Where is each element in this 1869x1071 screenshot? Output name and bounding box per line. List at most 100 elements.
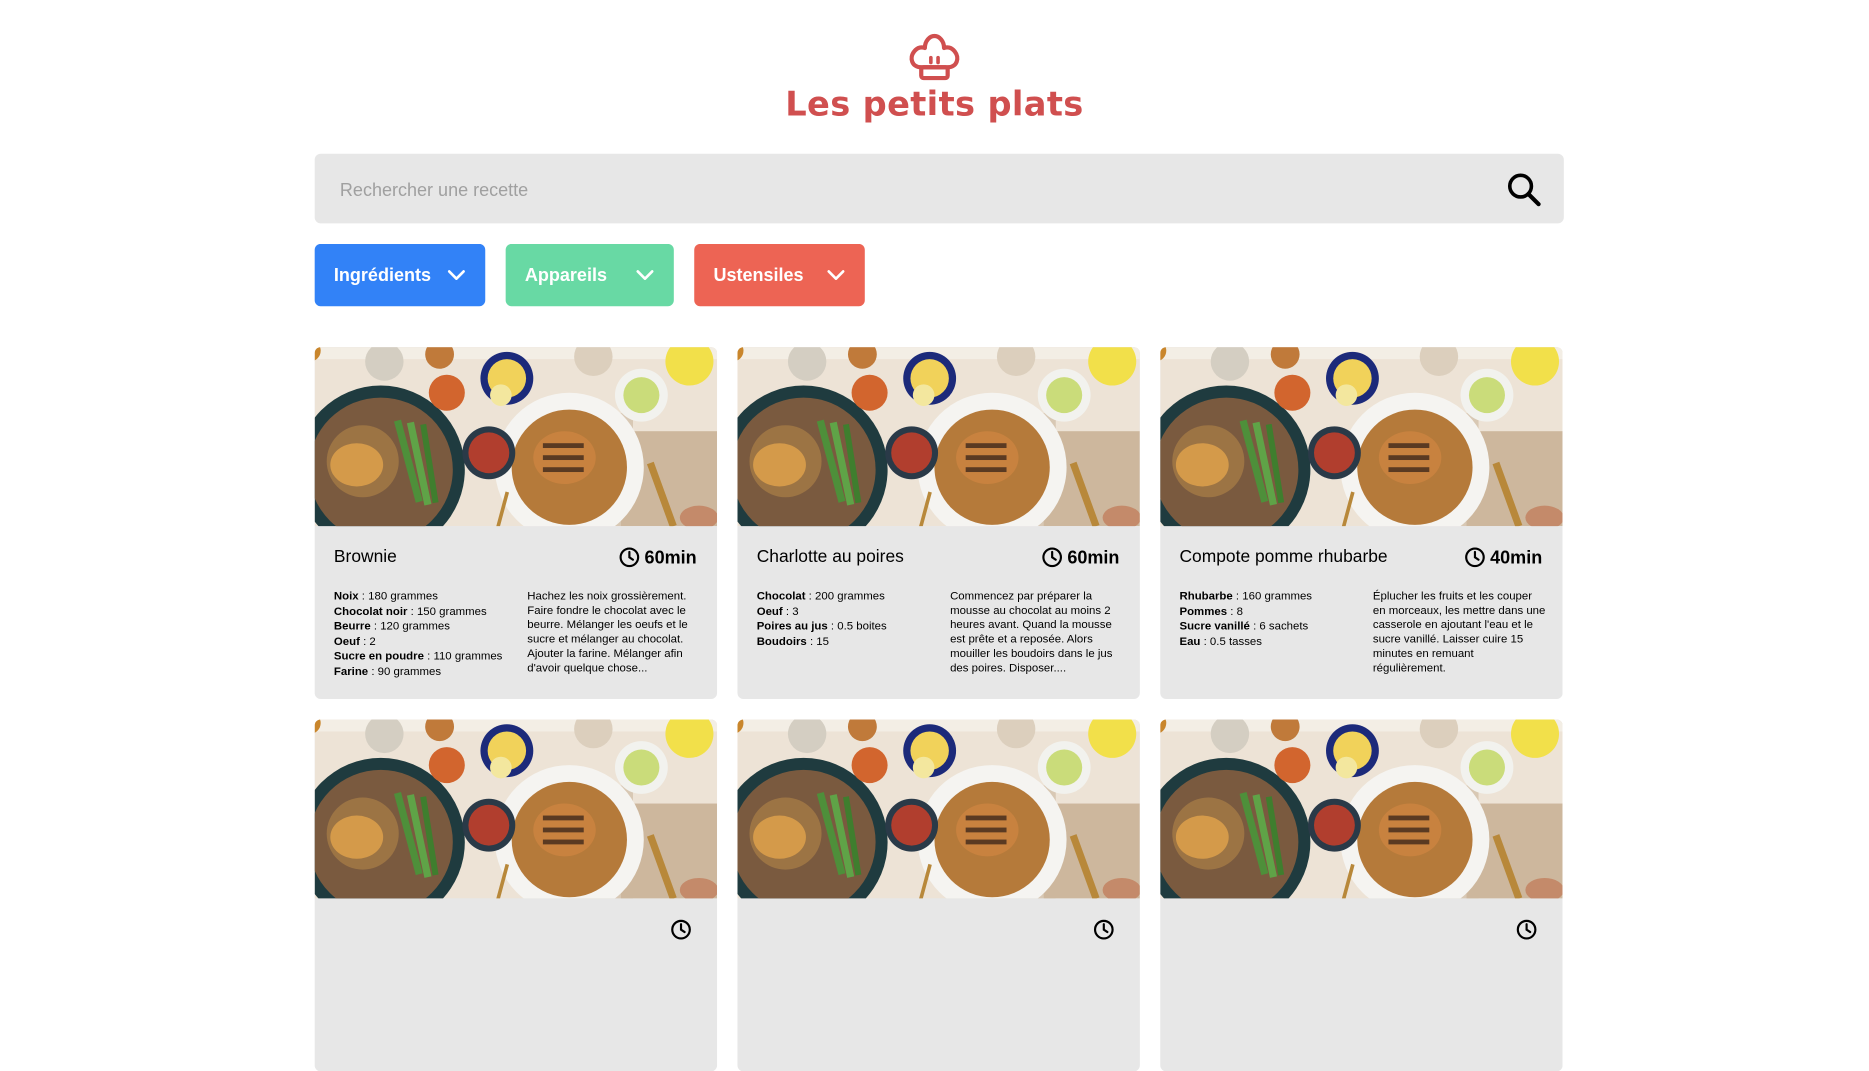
chevron-down-icon bbox=[447, 270, 465, 280]
clock-icon bbox=[1516, 919, 1537, 940]
recipe-time bbox=[670, 919, 696, 941]
ingredient-quantity: : 0.5 boites bbox=[827, 619, 887, 634]
search-icon[interactable] bbox=[1506, 172, 1542, 208]
recipe-header: Brownie 60min bbox=[334, 547, 697, 569]
ingredient-item: Eau : 0.5 tasses bbox=[1179, 635, 1359, 650]
ingredient-quantity: : 15 bbox=[806, 635, 830, 649]
ingredient-name: Poires au jus bbox=[756, 619, 828, 634]
ingredient-quantity: : 2 bbox=[359, 635, 376, 649]
ingredient-quantity: : 0.5 tasses bbox=[1200, 635, 1262, 649]
filter-label: Ustensiles bbox=[713, 264, 804, 286]
recipe-time: 60min bbox=[618, 547, 697, 569]
ingredient-quantity: : 90 grammes bbox=[368, 665, 442, 679]
ingredient-name: Chocolat noir bbox=[333, 604, 408, 619]
ingredient-name: Beurre bbox=[333, 619, 371, 634]
search-bar bbox=[314, 153, 1564, 226]
ingredient-list: Chocolat : 200 grammes Oeuf : 3 Poires au … bbox=[757, 590, 937, 676]
recipe-description: Commencez par préparer la mousse au choc… bbox=[950, 589, 1113, 675]
filter-bar: Ingrédients Appareils Ustensiles bbox=[314, 243, 865, 307]
ingredient-name: Farine bbox=[333, 665, 369, 679]
filter-appareils-button[interactable]: Appareils bbox=[505, 243, 674, 307]
recipe-time bbox=[1516, 919, 1542, 941]
recipe-photo bbox=[737, 347, 1140, 527]
ingredient-name: Sucre vanillé bbox=[1179, 619, 1250, 634]
ingredient-item: Chocolat : 200 grammes bbox=[757, 590, 937, 605]
recipe-photo bbox=[1160, 347, 1563, 527]
filter-ustensiles-button[interactable]: Ustensiles bbox=[694, 243, 865, 307]
recipe-card[interactable]: Brownie 60min Noix : 180 grammes Chocolat n… bbox=[314, 347, 718, 700]
recipe-photo bbox=[1160, 719, 1563, 899]
recipe-body: Noix : 180 grammes Chocolat noir : 150 gr… bbox=[334, 590, 700, 681]
recipe-header: Compote pomme rhubarbe 40min bbox=[1179, 547, 1542, 569]
ingredient-quantity: : 150 grammes bbox=[407, 604, 487, 619]
ingredient-name: Sucre en poudre bbox=[333, 650, 424, 664]
ingredient-item: Sucre vanillé : 6 sachets bbox=[1179, 620, 1359, 635]
ingredient-list: Noix : 180 grammes Chocolat noir : 150 gr… bbox=[334, 590, 514, 681]
recipe-header bbox=[1179, 919, 1542, 941]
clock-icon bbox=[619, 547, 639, 568]
ingredient-item: Farine : 90 grammes bbox=[334, 665, 514, 680]
recipe-time bbox=[1093, 919, 1119, 941]
clock-icon bbox=[1464, 547, 1485, 568]
ingredient-item: Oeuf : 3 bbox=[757, 605, 937, 620]
recipe-card[interactable] bbox=[737, 719, 1140, 1071]
recipe-card[interactable]: Compote pomme rhubarbe 40min Rhubarbe : 16… bbox=[1160, 347, 1563, 700]
recipe-time-value: 40min bbox=[1490, 547, 1543, 568]
recipe-title: Compote pomme rhubarbe bbox=[1179, 547, 1388, 567]
recipe-description: Hachez les noix grossièrement. Faire fon… bbox=[527, 589, 688, 675]
ingredient-item: Noix : 180 grammes bbox=[334, 590, 514, 605]
ingredient-list: Rhubarbe : 160 grammes Pommes : 8 Sucre va… bbox=[1179, 590, 1359, 676]
recipe-photo bbox=[314, 347, 718, 527]
recipe-time-value: 60min bbox=[644, 547, 697, 568]
ingredient-name: Eau bbox=[1179, 635, 1201, 649]
recipe-header: Charlotte au poires 60min bbox=[757, 547, 1120, 569]
chevron-down-icon bbox=[636, 270, 654, 280]
recipe-photo bbox=[737, 719, 1140, 899]
recipe-body: Rhubarbe : 160 grammes Pommes : 8 Sucre va… bbox=[1179, 590, 1545, 676]
ingredient-quantity: : 6 sachets bbox=[1249, 619, 1309, 634]
recipe-card[interactable]: Charlotte au poires 60min Chocolat : 200 g… bbox=[737, 347, 1140, 700]
ingredient-item: Beurre : 120 grammes bbox=[334, 620, 514, 635]
ingredient-name: Boudoirs bbox=[756, 635, 807, 649]
recipe-body: Chocolat : 200 grammes Oeuf : 3 Poires au … bbox=[757, 590, 1123, 676]
search-input[interactable] bbox=[337, 153, 1472, 226]
recipe-header bbox=[757, 919, 1120, 941]
clock-icon bbox=[1041, 547, 1062, 568]
ingredient-quantity: : 120 grammes bbox=[370, 619, 450, 634]
ingredient-item: Pommes : 8 bbox=[1179, 605, 1359, 620]
recipe-title: Brownie bbox=[333, 547, 397, 567]
ingredient-item: Boudoirs : 15 bbox=[757, 635, 937, 650]
ingredient-name: Noix bbox=[333, 589, 359, 603]
ingredient-item: Oeuf : 2 bbox=[334, 635, 514, 650]
ingredient-quantity: : 8 bbox=[1227, 604, 1243, 619]
site-title: Les petits plats bbox=[785, 84, 1084, 124]
ingredient-item: Chocolat noir : 150 grammes bbox=[334, 605, 514, 620]
ingredient-item: Sucre en poudre : 110 grammes bbox=[334, 650, 514, 665]
recipe-grid: Brownie 60min Noix : 180 grammes Chocolat n… bbox=[314, 347, 1563, 1071]
chef-hat-icon bbox=[909, 33, 960, 81]
recipe-time: 60min bbox=[1041, 547, 1120, 569]
clock-icon bbox=[1093, 919, 1114, 940]
filter-ingredients-button[interactable]: Ingrédients bbox=[314, 243, 486, 307]
clock-icon bbox=[671, 919, 691, 940]
recipe-time: 40min bbox=[1464, 547, 1543, 569]
ingredient-item: Rhubarbe : 160 grammes bbox=[1179, 590, 1359, 605]
ingredient-name: Rhubarbe bbox=[1179, 589, 1233, 603]
ingredient-quantity: : 3 bbox=[782, 604, 799, 619]
ingredient-name: Oeuf bbox=[333, 635, 360, 649]
recipe-header bbox=[334, 919, 697, 941]
chevron-down-icon bbox=[827, 270, 845, 280]
ingredient-name: Pommes bbox=[1179, 604, 1228, 619]
filter-label: Ingrédients bbox=[333, 264, 432, 286]
ingredient-item: Poires au jus : 0.5 boites bbox=[757, 620, 937, 635]
page: Les petits plats Ingrédients Appareils U… bbox=[0, 0, 1869, 1071]
recipe-card[interactable] bbox=[314, 719, 718, 1071]
recipe-description: Éplucher les fruits et les couper en mor… bbox=[1372, 589, 1546, 675]
ingredient-quantity: : 160 grammes bbox=[1232, 589, 1313, 603]
ingredient-quantity: : 200 grammes bbox=[805, 589, 885, 603]
recipe-time-value: 60min bbox=[1067, 547, 1120, 568]
filter-label: Appareils bbox=[524, 264, 607, 286]
ingredient-name: Chocolat bbox=[756, 589, 806, 603]
recipe-card[interactable] bbox=[1160, 719, 1563, 1071]
site-header: Les petits plats bbox=[0, 0, 1869, 124]
